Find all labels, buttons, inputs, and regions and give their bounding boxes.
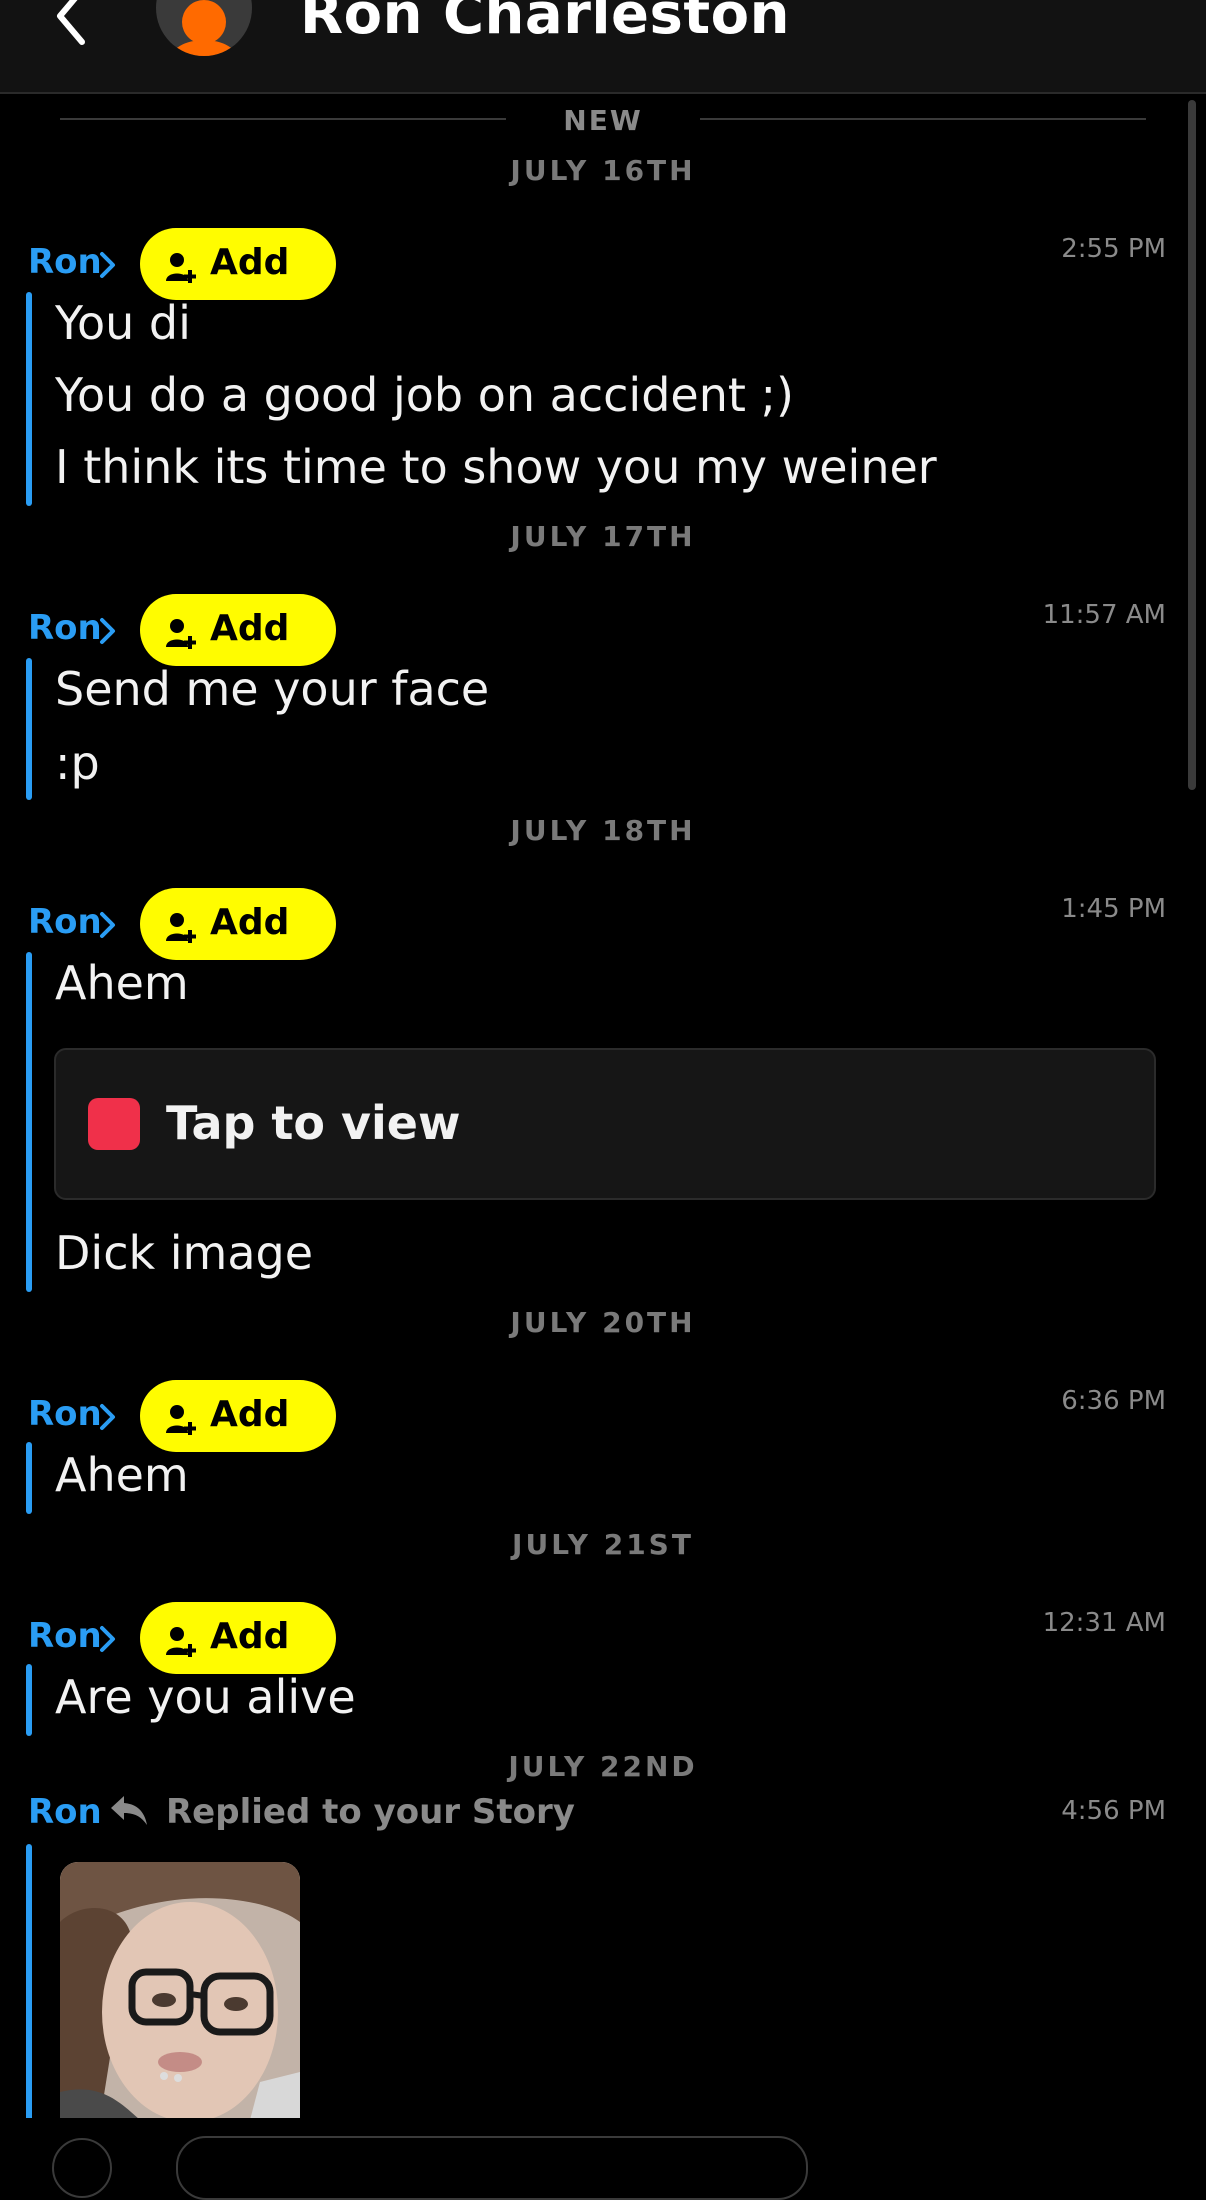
date-separator: JULY 16TH [510, 154, 696, 187]
tap-to-view-snap[interactable]: Tap to view [54, 1048, 1156, 1200]
date-separator: JULY 22ND [508, 1750, 698, 1783]
snap-status-icon [88, 1098, 140, 1150]
chevron-right-icon[interactable] [98, 616, 118, 646]
message-text[interactable]: Dick image [55, 1226, 313, 1280]
message-timestamp: 1:45 PM [1061, 894, 1166, 924]
sender-name[interactable]: Ron [28, 242, 102, 282]
contact-name-title[interactable]: Ron Charleston [300, 0, 790, 47]
message-timestamp: 6:36 PM [1061, 1386, 1166, 1416]
add-friend-button[interactable]: Add [140, 1380, 336, 1452]
scrollbar[interactable] [1188, 100, 1196, 790]
message-text[interactable]: Send me your face [55, 662, 489, 716]
message-timestamp: 2:55 PM [1061, 234, 1166, 264]
sender-name[interactable]: Ron [28, 608, 102, 648]
add-button-label: Add [210, 902, 290, 943]
message-timestamp: 4:56 PM [1061, 1796, 1166, 1826]
sender-name[interactable]: Ron [28, 1616, 102, 1656]
message-thread-bar [26, 1664, 32, 1736]
message-thread-bar [26, 1442, 32, 1514]
message-text[interactable]: Ahem [55, 1448, 189, 1502]
sender-name[interactable]: Ron [28, 1792, 102, 1832]
sender-name[interactable]: Ron [28, 902, 102, 942]
message-thread-bar [26, 658, 32, 800]
message-text[interactable]: You do a good job on accident ;) [55, 368, 794, 422]
message-timestamp: 12:31 AM [1042, 1608, 1166, 1638]
message-text[interactable]: You di [55, 296, 191, 350]
add-button-label: Add [210, 1394, 290, 1435]
sender-name[interactable]: Ron [28, 1394, 102, 1434]
message-timestamp: 11:57 AM [1042, 600, 1166, 630]
camera-button[interactable] [52, 2138, 112, 2198]
add-friend-button[interactable]: Add [140, 228, 336, 300]
message-text[interactable]: :p [55, 736, 100, 790]
message-text[interactable]: I think its time to show you my weiner [55, 440, 937, 494]
date-separator: JULY 20TH [510, 1306, 696, 1339]
reply-arrow-icon [111, 1796, 147, 1825]
add-friend-icon [166, 1627, 196, 1657]
story-reply-label: Replied to your Story [166, 1792, 575, 1832]
date-separator: JULY 18TH [510, 814, 696, 847]
new-label: NEW [563, 104, 643, 137]
message-thread-bar [26, 292, 32, 506]
add-friend-button[interactable]: Add [140, 888, 336, 960]
chevron-right-icon[interactable] [98, 250, 118, 280]
add-button-label: Add [210, 608, 290, 649]
add-button-label: Add [210, 1616, 290, 1657]
story-thumbnail[interactable] [60, 1862, 300, 2120]
add-friend-icon [166, 1405, 196, 1435]
add-friend-icon [166, 619, 196, 649]
new-messages-divider: NEW [60, 104, 1146, 137]
back-chevron-icon[interactable] [52, 0, 92, 46]
chevron-right-icon[interactable] [98, 1624, 118, 1654]
chat-input-field[interactable] [176, 2136, 808, 2200]
date-separator: JULY 17TH [510, 520, 696, 553]
message-text[interactable]: Ahem [55, 956, 189, 1010]
message-text[interactable]: Are you alive [55, 1670, 356, 1724]
chat-header: Ron Charleston [0, 0, 1206, 94]
chat-input-bar [0, 2118, 1206, 2200]
add-button-label: Add [210, 242, 290, 283]
add-friend-icon [166, 253, 196, 283]
message-thread-bar [26, 952, 32, 1292]
add-friend-button[interactable]: Add [140, 594, 336, 666]
date-separator: JULY 21ST [512, 1528, 694, 1561]
chevron-right-icon[interactable] [98, 910, 118, 940]
add-friend-button[interactable]: Add [140, 1602, 336, 1674]
avatar[interactable] [156, 0, 252, 56]
chevron-right-icon[interactable] [98, 1402, 118, 1432]
message-thread-bar [26, 1844, 32, 2144]
tap-to-view-label: Tap to view [166, 1096, 461, 1150]
add-friend-icon [166, 913, 196, 943]
